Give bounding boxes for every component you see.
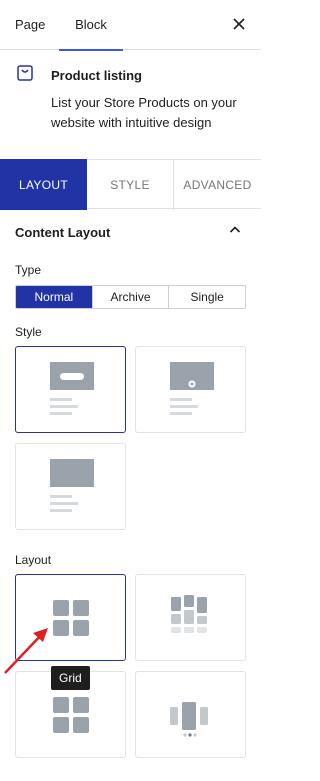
- style-2-thumbnail-icon: [170, 362, 214, 415]
- style-option-1[interactable]: [15, 346, 126, 433]
- type-option-normal[interactable]: Normal: [16, 286, 93, 308]
- product-listing-icon: [17, 65, 33, 81]
- chevron-up-icon[interactable]: [227, 222, 243, 238]
- tab-block-label: Block: [75, 17, 107, 32]
- type-option-single[interactable]: Single: [169, 286, 245, 308]
- tab-style[interactable]: STYLE: [87, 160, 174, 210]
- sidebar-header: Page Block: [0, 0, 261, 51]
- close-icon[interactable]: [227, 12, 251, 36]
- tab-page[interactable]: Page: [15, 0, 45, 50]
- layout-option-carousel[interactable]: [135, 671, 246, 758]
- style-1-thumbnail-icon: [50, 362, 94, 415]
- type-segmented-control: Normal Archive Single: [15, 285, 246, 309]
- layout-label: Layout: [15, 553, 52, 567]
- tab-layout[interactable]: LAYOUT: [0, 159, 87, 210]
- tab-block[interactable]: Block: [59, 0, 123, 51]
- annotation-arrow-icon: [4, 628, 48, 674]
- type-label: Type: [15, 263, 42, 277]
- tab-advanced[interactable]: ADVANCED: [174, 160, 261, 210]
- style-3-thumbnail-icon: [50, 459, 94, 512]
- panel-tabs: LAYOUT STYLE ADVANCED: [0, 159, 261, 210]
- section-title[interactable]: Content Layout: [15, 225, 110, 240]
- type-option-archive[interactable]: Archive: [93, 286, 170, 308]
- style-label: Style: [15, 325, 42, 339]
- block-description: List your Store Products on your website…: [51, 95, 237, 130]
- carousel-icon: [170, 702, 208, 737]
- masonry-icon: [171, 595, 207, 633]
- block-title: Product listing: [51, 68, 142, 83]
- style-option-3[interactable]: [15, 443, 126, 530]
- style-option-2[interactable]: [135, 346, 246, 433]
- layout-option-masonry[interactable]: [135, 574, 246, 661]
